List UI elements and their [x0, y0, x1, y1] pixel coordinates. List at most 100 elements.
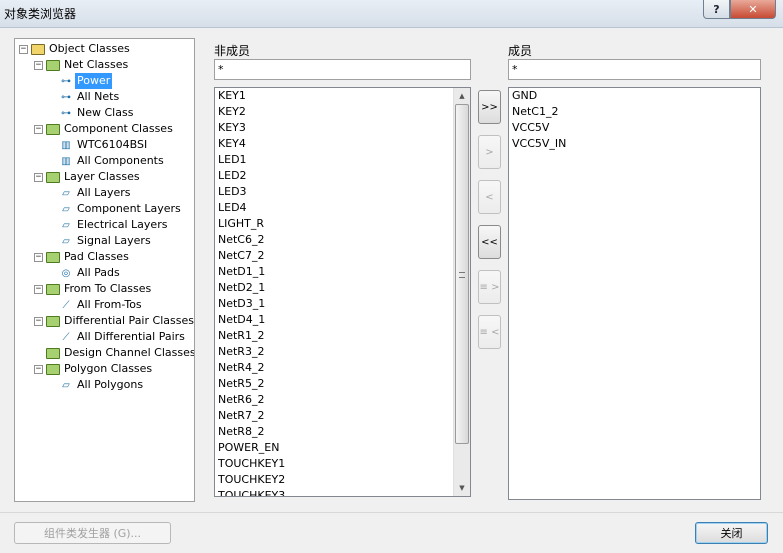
non-members-label: 非成员: [214, 44, 251, 58]
help-button[interactable]: ?: [703, 0, 730, 19]
collapse-toggle-icon[interactable]: −: [34, 60, 43, 70]
component-class-generator-button[interactable]: 组件类发生器 (G)...: [14, 522, 171, 544]
layer-folder-icon: [46, 171, 60, 183]
list-item[interactable]: NetD4_1: [215, 312, 470, 328]
list-item[interactable]: LED3: [215, 184, 470, 200]
list-item[interactable]: LED1: [215, 152, 470, 168]
collapse-toggle-icon[interactable]: −: [34, 252, 43, 262]
list-item[interactable]: NetR1_2: [215, 328, 470, 344]
collapse-toggle-icon[interactable]: −: [19, 44, 28, 54]
collapse-toggle-icon[interactable]: −: [34, 284, 43, 294]
tree-item[interactable]: ⊶ New Class: [51, 105, 135, 121]
non-members-scrollbar[interactable]: ▲ ▼: [453, 88, 470, 496]
tree-item-label: Power: [75, 73, 113, 89]
remove-class-button[interactable]: ≡ <: [478, 315, 501, 349]
add-class-button[interactable]: ≡ >: [478, 270, 501, 304]
list-item[interactable]: NetR3_2: [215, 344, 470, 360]
list-item[interactable]: KEY3: [215, 120, 470, 136]
footer-divider: [0, 512, 783, 513]
list-item[interactable]: LED2: [215, 168, 470, 184]
remove-one-button[interactable]: <: [478, 180, 501, 214]
diffpair-icon: ⟋: [62, 331, 70, 343]
tree-item[interactable]: − Object Classes: [19, 41, 132, 57]
list-item[interactable]: NetD3_1: [215, 296, 470, 312]
tree-item-label: All Differential Pairs: [77, 330, 185, 343]
pad-folder-icon: [46, 251, 60, 263]
collapse-toggle-icon[interactable]: −: [34, 124, 43, 134]
collapse-toggle-icon[interactable]: −: [34, 316, 43, 326]
tree-item-label: New Class: [77, 106, 134, 119]
list-item[interactable]: TOUCHKEY1: [215, 456, 470, 472]
scroll-thumb[interactable]: [455, 104, 469, 444]
list-item[interactable]: KEY1: [215, 88, 470, 104]
list-item[interactable]: LED4: [215, 200, 470, 216]
list-item[interactable]: LIGHT_R: [215, 216, 470, 232]
list-item[interactable]: NetD2_1: [215, 280, 470, 296]
net-folder-icon: [46, 59, 60, 71]
list-item[interactable]: GND: [509, 88, 760, 104]
tree-item[interactable]: ⟋ All Differential Pairs: [51, 329, 187, 345]
members-items: GND NetC1_2 VCC5V VCC5V_IN: [509, 88, 760, 152]
list-item[interactable]: TOUCHKEY2: [215, 472, 470, 488]
channel-folder-icon: [46, 347, 60, 359]
tree-item[interactable]: − Layer Classes: [34, 169, 142, 185]
remove-all-button[interactable]: <<: [478, 225, 501, 259]
tree-item[interactable]: ▱ All Layers: [51, 185, 133, 201]
tree-item[interactable]: ◎ All Pads: [51, 265, 122, 281]
tree-item[interactable]: − Component Classes: [34, 121, 175, 137]
tree-item[interactable]: − From To Classes: [34, 281, 153, 297]
net-class-icon: ⊶: [61, 91, 71, 103]
tree-item[interactable]: − Differential Pair Classes: [34, 313, 194, 329]
non-members-filter-input[interactable]: [214, 59, 471, 80]
chip-icon: ▥: [61, 155, 71, 167]
tree-item[interactable]: ⊶ Power: [51, 73, 113, 89]
members-list[interactable]: GND NetC1_2 VCC5V VCC5V_IN: [508, 87, 761, 500]
close-button[interactable]: 关闭: [695, 522, 768, 544]
list-item[interactable]: KEY2: [215, 104, 470, 120]
list-item[interactable]: NetD1_1: [215, 264, 470, 280]
tree-item[interactable]: ▥ WTC6104BSI: [51, 137, 149, 153]
collapse-toggle-icon[interactable]: −: [34, 172, 43, 182]
list-item[interactable]: NetR6_2: [215, 392, 470, 408]
members-filter-input[interactable]: [508, 59, 761, 80]
tree-item-label: Object Classes: [49, 42, 130, 55]
list-item[interactable]: VCC5V_IN: [509, 136, 760, 152]
tree-item[interactable]: − Polygon Classes: [34, 361, 154, 377]
scroll-up-arrow-icon[interactable]: ▲: [454, 88, 470, 104]
collapse-toggle-icon[interactable]: −: [34, 364, 43, 374]
list-item[interactable]: VCC5V: [509, 120, 760, 136]
object-classes-tree[interactable]: − Object Classes − Net Classes ⊶ Power ⊶ All Ne…: [14, 38, 195, 502]
tree-item[interactable]: ⟋ All From-Tos: [51, 297, 144, 313]
tree-item-label: All Nets: [77, 90, 120, 103]
tree-item[interactable]: ▱ Component Layers: [51, 201, 183, 217]
chip-icon: ▥: [61, 139, 71, 151]
tree-item[interactable]: ⊶ All Nets: [51, 89, 121, 105]
list-item[interactable]: NetC1_2: [509, 104, 760, 120]
list-item[interactable]: NetC7_2: [215, 248, 470, 264]
add-all-button[interactable]: >>: [478, 90, 501, 124]
tree-item-label: All Components: [77, 154, 164, 167]
scroll-down-arrow-icon[interactable]: ▼: [454, 480, 470, 496]
list-item[interactable]: NetR8_2: [215, 424, 470, 440]
list-item[interactable]: NetR7_2: [215, 408, 470, 424]
tree-item[interactable]: ▱ All Polygons: [51, 377, 145, 393]
list-item[interactable]: KEY4: [215, 136, 470, 152]
add-one-button[interactable]: >: [478, 135, 501, 169]
list-item[interactable]: TOUCHKEY3: [215, 488, 470, 496]
tree-item[interactable]: ▱ Electrical Layers: [51, 217, 169, 233]
list-item[interactable]: NetC6_2: [215, 232, 470, 248]
non-members-items: KEY1 KEY2 KEY3 KEY4 LED1 LED2 LED3 LED4 LIGHT_R N…: [215, 88, 470, 496]
tree-item[interactable]: − Net Classes: [34, 57, 130, 73]
tree-item[interactable]: ▱ Signal Layers: [51, 233, 153, 249]
list-item[interactable]: NetR5_2: [215, 376, 470, 392]
tree-item[interactable]: − Pad Classes: [34, 249, 131, 265]
non-members-list[interactable]: KEY1 KEY2 KEY3 KEY4 LED1 LED2 LED3 LED4 LIGHT_R N…: [214, 87, 471, 497]
net-class-icon: ⊶: [61, 75, 71, 87]
dialog-client: − Object Classes − Net Classes ⊶ Power ⊶ All Ne…: [0, 28, 783, 553]
tree-item[interactable]: ▥ All Components: [51, 153, 166, 169]
tree-item[interactable]: Design Channel Classes: [34, 345, 194, 361]
window-close-button[interactable]: ✕: [730, 0, 776, 19]
list-item[interactable]: POWER_EN: [215, 440, 470, 456]
tree-item-label: From To Classes: [64, 282, 152, 295]
list-item[interactable]: NetR4_2: [215, 360, 470, 376]
